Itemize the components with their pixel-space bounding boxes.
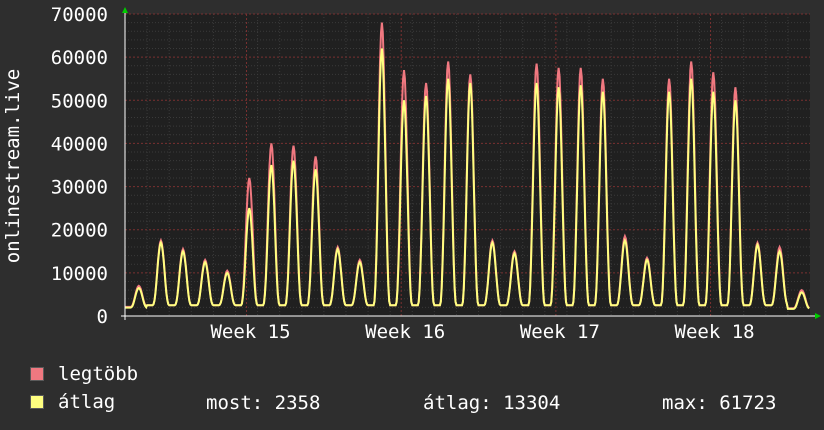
legend-item-atlag: átlag [30,391,116,413]
y-tick-label: 20000 [51,220,108,242]
x-axis-arrow [815,313,821,319]
chart: 0 10000 20000 30000 40000 50000 60000 70000 Wee… [2,4,821,343]
y-tick-label: 60000 [51,47,108,69]
y-tick-label: 40000 [51,133,108,155]
y-tick-label: 70000 [51,4,108,26]
stat-max: max: 61723 [662,392,777,414]
x-tick-label: Week 15 [210,321,290,343]
legend-label-atlag: átlag [58,391,116,413]
x-tick-label: Week 18 [675,321,755,343]
x-tick-label: Week 16 [365,321,445,343]
y-tick-label: 50000 [51,90,108,112]
legend-swatch-atlag [30,395,44,409]
x-tick-label: Week 17 [520,321,600,343]
y-axis-arrow [122,7,128,13]
legend-item-legtobb: legtöbb [30,363,139,385]
y-tick-label: 0 [97,306,108,328]
legend-label-legtobb: legtöbb [58,363,139,385]
y-tick-label: 30000 [51,177,108,199]
y-tick-label: 10000 [51,263,108,285]
legend-swatch-legtobb [30,367,44,381]
stat-most: most: 2358 [206,392,321,414]
y-axis-label: onlinestream.live [2,69,24,263]
stat-atlag: átlag: 13304 [423,392,561,414]
